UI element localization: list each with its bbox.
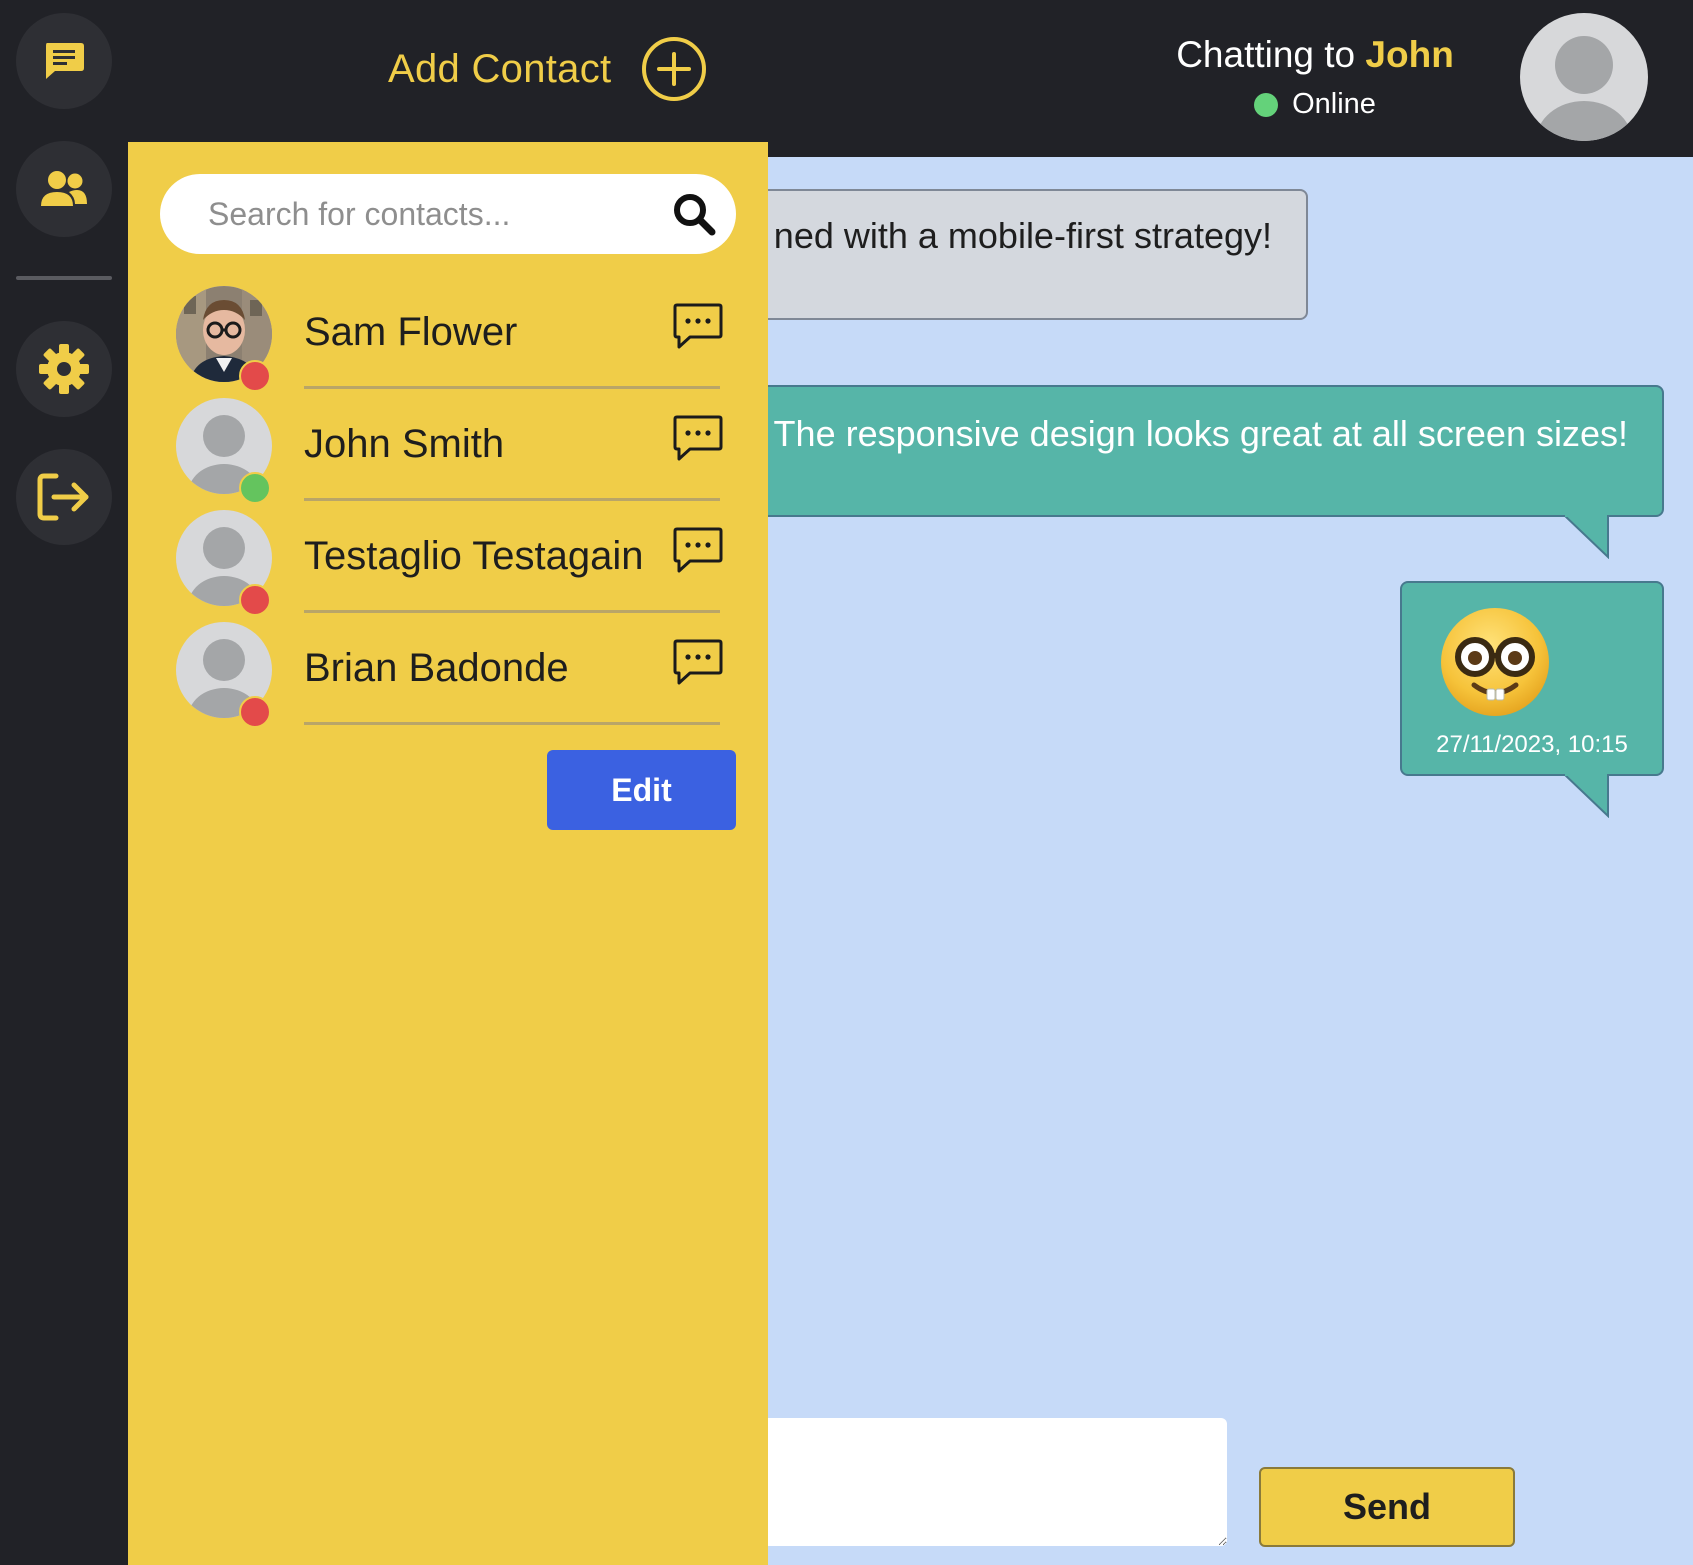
contact-name: Sam Flower bbox=[304, 310, 518, 354]
top-bar: Add Contact Chatting to John Online bbox=[0, 0, 1693, 157]
plus-circle-icon bbox=[642, 37, 707, 101]
add-contact-button[interactable]: Add Contact bbox=[388, 36, 707, 102]
nav-contacts-button[interactable] bbox=[16, 141, 112, 237]
contact-item[interactable]: Testaglio Testagain bbox=[176, 506, 736, 618]
chatting-prefix: Chatting to bbox=[1176, 34, 1356, 75]
contact-item[interactable]: Brian Badonde bbox=[176, 618, 736, 730]
nerd-face-emoji bbox=[1441, 608, 1549, 716]
bubble-tail bbox=[1562, 515, 1609, 559]
message-text: ned with a mobile-first strategy! bbox=[773, 215, 1272, 256]
chat-partner-name: John bbox=[1365, 34, 1454, 75]
search-icon[interactable] bbox=[672, 192, 716, 236]
chat-icon bbox=[46, 43, 84, 79]
edit-contacts-button[interactable]: Edit bbox=[547, 750, 736, 830]
chat-header: Chatting to John Online bbox=[1140, 34, 1490, 121]
contact-search-bar bbox=[160, 174, 736, 254]
nav-settings-button[interactable] bbox=[16, 321, 112, 417]
message-text: ' The responsive design looks great at a… bbox=[757, 413, 1628, 454]
message-sent: ' The responsive design looks great at a… bbox=[740, 385, 1664, 517]
logout-icon bbox=[37, 473, 89, 521]
contacts-panel: Sam Flower John Smith bbox=[128, 142, 768, 1565]
nav-rail bbox=[0, 0, 128, 1565]
contact-name: Testaglio Testagain bbox=[304, 534, 644, 578]
bubble-tail bbox=[1562, 774, 1609, 818]
message-input[interactable] bbox=[740, 1418, 1227, 1546]
status-label: Online bbox=[1292, 88, 1376, 120]
contact-name: Brian Badonde bbox=[304, 646, 569, 690]
message-icon[interactable] bbox=[672, 302, 724, 350]
message-timestamp: 27/11/2023, 10:15 bbox=[1436, 731, 1628, 758]
offline-status-dot bbox=[239, 360, 271, 392]
offline-status-dot bbox=[239, 584, 271, 616]
nav-divider bbox=[16, 276, 112, 280]
contacts-icon bbox=[41, 171, 87, 206]
chat-partner-avatar[interactable] bbox=[1520, 13, 1648, 141]
contact-item[interactable]: John Smith bbox=[176, 394, 736, 506]
online-status-dot bbox=[1254, 92, 1279, 117]
message-icon[interactable] bbox=[672, 414, 724, 462]
message-received: ned with a mobile-first strategy! bbox=[740, 189, 1308, 320]
contact-item[interactable]: Sam Flower bbox=[176, 282, 736, 394]
contact-name: John Smith bbox=[304, 422, 505, 466]
gear-icon bbox=[39, 344, 89, 394]
contact-divider bbox=[304, 610, 720, 613]
contact-divider bbox=[304, 498, 720, 501]
add-contact-label: Add Contact bbox=[388, 46, 612, 91]
nav-logout-button[interactable] bbox=[16, 449, 112, 545]
nav-chats-button[interactable] bbox=[16, 13, 112, 109]
contact-divider bbox=[304, 722, 720, 725]
search-input[interactable] bbox=[208, 195, 672, 233]
online-status-dot bbox=[239, 472, 271, 504]
message-icon[interactable] bbox=[672, 526, 724, 574]
send-button[interactable]: Send bbox=[1259, 1467, 1515, 1547]
offline-status-dot bbox=[239, 696, 271, 728]
default-avatar-icon bbox=[1536, 36, 1632, 141]
chat-status: Online bbox=[1140, 88, 1490, 121]
contact-divider bbox=[304, 386, 720, 389]
message-icon[interactable] bbox=[672, 638, 724, 686]
chat-header-title: Chatting to John bbox=[1140, 34, 1490, 76]
message-sent-emoji: 27/11/2023, 10:15 bbox=[1400, 581, 1664, 776]
